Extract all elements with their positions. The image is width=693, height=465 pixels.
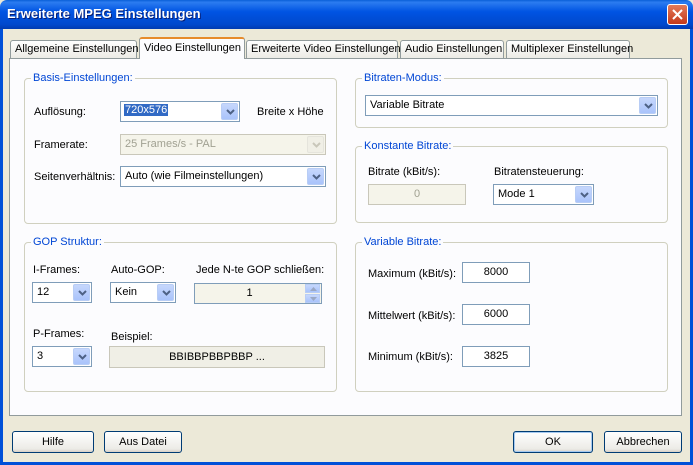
group-legend: Basis-Einstellungen: (31, 72, 135, 84)
dropdown-button[interactable] (575, 186, 592, 203)
pframes-label: P-Frames: (33, 328, 85, 340)
dropdown-button[interactable] (73, 348, 90, 365)
iframes-select[interactable]: 12 (32, 282, 92, 303)
autogop-select[interactable]: Kein (110, 282, 176, 303)
dropdown-button[interactable] (221, 103, 238, 120)
group-legend: Bitraten-Modus: (362, 72, 444, 84)
seitenverhaeltnis-value: Auto (wie Filmeinstellungen) (125, 170, 264, 182)
gop-close-spinner: 1 (194, 283, 322, 304)
tab-multiplexer-einstellungen[interactable]: Multiplexer Einstellungen (506, 40, 634, 58)
aufloesung-select[interactable]: 720x576 (120, 101, 240, 122)
chevron-down-icon (312, 174, 321, 180)
tab-label: Multiplexer Einstellungen (511, 43, 634, 55)
help-button[interactable]: Hilfe (12, 431, 94, 453)
tab-erweiterte-video-einstellungen[interactable]: Erweiterte Video Einstellungen (246, 40, 401, 58)
tab-audio-einstellungen[interactable]: Audio Einstellungen (400, 40, 504, 58)
group-legend: Konstante Bitrate: (362, 140, 454, 152)
gop-close-value: 1 (246, 287, 253, 299)
min-bitrate-label: Minimum (kBit/s): (368, 351, 453, 363)
dropdown-button[interactable] (157, 284, 174, 301)
pframes-value: 3 (37, 350, 44, 362)
dropdown-button[interactable] (639, 97, 656, 114)
tab-label: Allgemeine Einstellungen (15, 43, 139, 55)
tab-allgemeine-einstellungen[interactable]: Allgemeine Einstellungen (10, 40, 139, 58)
aufloesung-label: Auflösung: (34, 106, 86, 118)
seitenverhaeltnis-select[interactable]: Auto (wie Filmeinstellungen) (120, 166, 326, 187)
framerate-value: 25 Frames/s - PAL (125, 138, 216, 150)
aufloesung-suffix: Breite x Höhe (257, 106, 324, 118)
min-bitrate-input[interactable]: 3825 (462, 346, 530, 367)
autogop-value: Kein (115, 286, 138, 298)
avg-bitrate-label: Mittelwert (kBit/s): (368, 310, 456, 322)
max-bitrate-label: Maximum (kBit/s): (368, 268, 456, 280)
title-bar: Erweiterte MPEG Einstellungen (0, 0, 693, 29)
bitrate-control-select[interactable]: Mode 1 (493, 184, 594, 205)
seitenverhaeltnis-label: Seitenverhältnis: (34, 171, 116, 183)
gop-example-field: BBIBBPBBPBBP ... (109, 346, 325, 368)
gop-close-label: Jede N-te GOP schließen: (196, 264, 325, 276)
chevron-down-icon (162, 290, 171, 296)
bitrate-mode-select[interactable]: Variable Bitrate (365, 95, 658, 116)
pframes-select[interactable]: 3 (32, 346, 92, 367)
framerate-select: 25 Frames/s - PAL (120, 134, 326, 155)
beispiel-label: Beispiel: (111, 331, 153, 343)
group-legend: GOP Struktur: (31, 236, 104, 248)
constant-bitrate-label: Bitrate (kBit/s): (368, 166, 441, 178)
avg-bitrate-input[interactable]: 6000 (462, 304, 530, 325)
dropdown-button[interactable] (73, 284, 90, 301)
bitrate-control-value: Mode 1 (498, 188, 535, 200)
bitrate-control-label: Bitratensteuerung: (494, 166, 584, 178)
chevron-down-icon (644, 103, 653, 109)
chevron-up-icon (310, 287, 317, 291)
constant-bitrate-field: 0 (368, 184, 466, 205)
framerate-label: Framerate: (34, 139, 88, 151)
aufloesung-value: 720x576 (124, 104, 169, 116)
ok-button[interactable]: OK (513, 431, 593, 453)
bitrate-mode-value: Variable Bitrate (370, 99, 445, 111)
close-icon (672, 9, 683, 20)
max-bitrate-input[interactable]: 8000 (462, 262, 530, 283)
tab-video-einstellungen[interactable]: Video Einstellungen (139, 37, 245, 59)
spin-up-button (305, 284, 320, 293)
chevron-down-icon (78, 354, 87, 360)
chevron-down-icon (312, 142, 321, 148)
chevron-down-icon (310, 297, 317, 301)
load-from-file-button[interactable]: Aus Datei (104, 431, 182, 453)
tab-label: Erweiterte Video Einstellungen (251, 43, 401, 55)
cancel-button[interactable]: Abbrechen (604, 431, 682, 453)
chevron-down-icon (78, 290, 87, 296)
tab-label: Video Einstellungen (144, 42, 242, 54)
close-button[interactable] (667, 4, 688, 25)
chevron-down-icon (580, 192, 589, 198)
iframes-label: I-Frames: (33, 264, 81, 276)
dropdown-button[interactable] (307, 168, 324, 185)
chevron-down-icon (226, 109, 235, 115)
spin-down-button (305, 294, 320, 303)
tab-label: Audio Einstellungen (405, 43, 503, 55)
autogop-label: Auto-GOP: (111, 264, 165, 276)
iframes-value: 12 (37, 286, 50, 298)
group-legend: Variable Bitrate: (362, 236, 444, 248)
dropdown-button (307, 136, 324, 153)
window-title: Erweiterte MPEG Einstellungen (7, 6, 201, 21)
